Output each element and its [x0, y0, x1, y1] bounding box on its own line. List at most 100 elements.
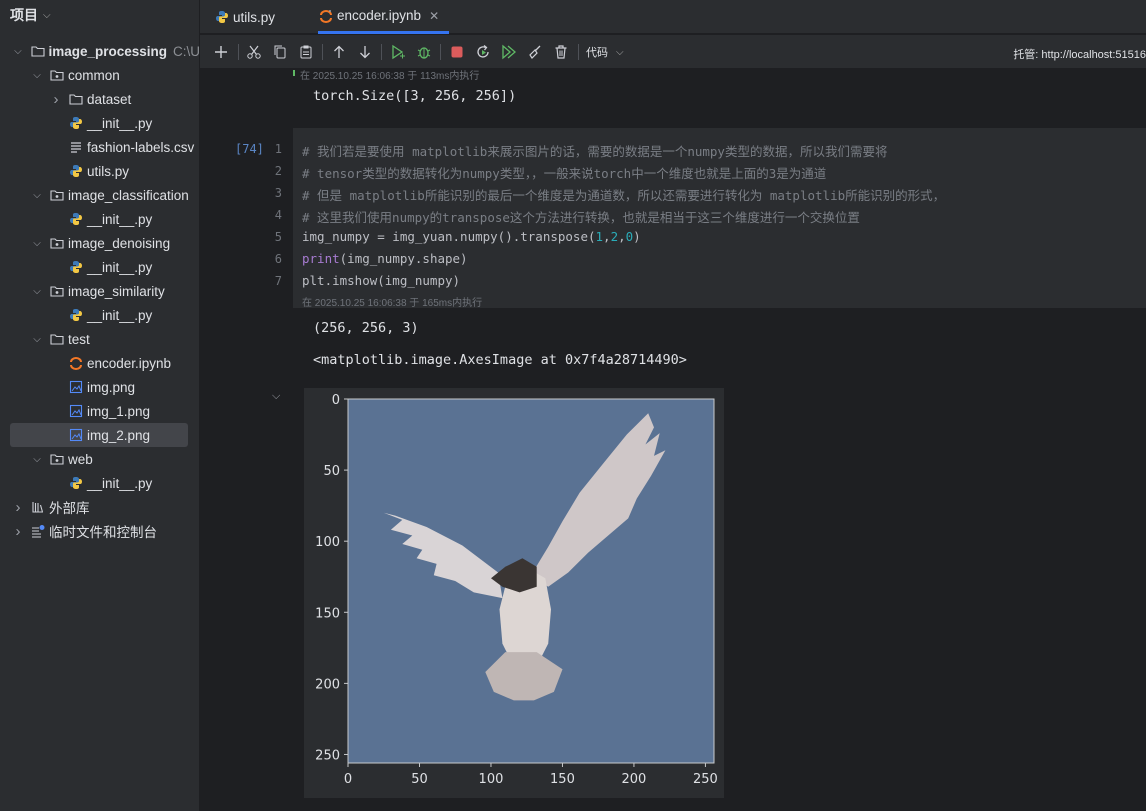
python-file-icon	[68, 211, 84, 227]
code-token: (img_numpy.shape)	[339, 251, 468, 266]
toolbar-separator	[381, 44, 382, 60]
move-cell-down-button[interactable]	[355, 42, 375, 62]
ide-window: 项目 ⌵ ⌵ image_processing C:\U ⌵ common › datase…	[0, 0, 1146, 811]
tree-item[interactable]: › 外部库	[0, 495, 199, 519]
toolbar-separator	[578, 44, 579, 60]
chevron-right-icon[interactable]: ›	[12, 499, 24, 516]
delete-cell-button[interactable]	[551, 42, 571, 62]
tree-item-label: utils.py	[87, 163, 130, 179]
tab-label: encoder.ipynb	[337, 8, 422, 23]
tree-item[interactable]: img_1.png	[0, 399, 199, 423]
tree-item[interactable]: encoder.ipynb	[0, 351, 199, 375]
tree-item[interactable]: ⌵ image_similarity	[0, 279, 199, 303]
add-cell-button[interactable]	[211, 42, 231, 62]
tree-item[interactable]: ⌵ web	[0, 447, 199, 471]
chevron-down-icon[interactable]: ⌵	[31, 286, 43, 297]
y-tick-label: 50	[323, 464, 340, 479]
code-token: ,	[603, 229, 611, 244]
code-keyword: print	[302, 251, 340, 266]
run-cell-icon	[392, 44, 405, 60]
tree-item-label: common	[68, 67, 120, 83]
line-number: 1	[274, 142, 282, 156]
tree-item[interactable]: __init__.py	[0, 207, 199, 231]
notebook-editor: 在 2025.10.25 16:06:38 于 113ms内执行 torch.S…	[200, 70, 1146, 811]
tree-item[interactable]: fashion-labels.csv	[0, 135, 199, 159]
code-line-transpose[interactable]: img_numpy = img_yuan.numpy().transpose(1…	[302, 229, 641, 244]
chevron-right-icon[interactable]: ›	[12, 523, 24, 540]
tree-item[interactable]: img_2.png	[10, 423, 188, 447]
clipboard-icon	[300, 45, 312, 59]
output-repr: <matplotlib.image.AxesImage at 0x7f4a287…	[313, 352, 687, 368]
jupyter-notebook-icon	[68, 355, 84, 371]
jupyter-host-label[interactable]: 托管: http://localhost:51516	[1013, 46, 1146, 62]
displayed-image	[347, 398, 715, 764]
folder-outline-icon	[30, 43, 46, 59]
stop-button[interactable]	[447, 42, 467, 62]
tree-item[interactable]: ⌵ image_denoising	[0, 231, 199, 255]
tree-item[interactable]: __init__.py	[0, 303, 199, 327]
tab-label: utils.py	[233, 9, 276, 25]
close-icon[interactable]: ✕	[429, 9, 439, 23]
arrow-up-icon	[334, 45, 344, 58]
tree-item[interactable]: __init__.py	[0, 471, 199, 495]
line-number: 7	[274, 274, 282, 288]
x-tick-label: 50	[411, 772, 428, 787]
clear-outputs-button[interactable]	[525, 42, 545, 62]
move-cell-up-button[interactable]	[329, 42, 349, 62]
previous-cell-output: torch.Size([3, 256, 256])	[313, 88, 517, 104]
run-cell-button[interactable]	[388, 42, 408, 62]
project-view-selector[interactable]: 项目 ⌵	[0, 0, 199, 30]
cell-type-dropdown[interactable]: 代码 ⌵	[586, 44, 624, 60]
chevron-down-icon[interactable]: ⌵	[31, 238, 43, 249]
chevron-down-icon[interactable]: ⌵	[31, 70, 43, 81]
python-file-icon	[68, 115, 84, 131]
code-comment-line[interactable]: # tensor类型的数据转化为numpy类型，，一般来说torch中一个维度也…	[302, 163, 826, 182]
tree-item[interactable]: ⌵ test	[0, 327, 199, 351]
tree-item[interactable]: ⌵ image_classification	[0, 183, 199, 207]
code-line-imshow[interactable]: plt.imshow(img_numpy)	[302, 273, 460, 288]
copy-button[interactable]	[270, 42, 290, 62]
tab-utils-py[interactable]: utils.py	[214, 0, 275, 34]
tree-item[interactable]: img.png	[0, 375, 199, 399]
tree-item[interactable]: utils.py	[0, 159, 199, 183]
tree-item[interactable]: __init__.py	[0, 111, 199, 135]
code-comment-line[interactable]: # 但是 matplotlib所能识别的最后一个维度是为通道数，所以还需要进行转…	[302, 185, 945, 204]
y-tick-label: 0	[332, 393, 340, 408]
x-tick-label: 100	[479, 772, 504, 787]
chevron-down-icon[interactable]: ⌵	[31, 334, 43, 345]
code-line-print[interactable]: print(img_numpy.shape)	[302, 251, 468, 266]
folder-outline-icon	[49, 331, 65, 347]
paste-button[interactable]	[296, 42, 316, 62]
tree-item[interactable]: ⌵ common	[0, 63, 199, 87]
text-file-icon	[68, 139, 84, 155]
package-folder-icon	[49, 187, 65, 203]
tree-item[interactable]: › 临时文件和控制台	[0, 519, 199, 543]
toolbar-separator	[440, 44, 441, 60]
tree-item[interactable]: ⌵ image_processing C:\U	[0, 39, 199, 63]
chevron-down-icon[interactable]: ⌵	[12, 46, 24, 57]
y-tick-label: 100	[315, 535, 340, 550]
run-all-button[interactable]	[499, 42, 519, 62]
tab-encoder-ipynb[interactable]: encoder.ipynb ✕	[318, 0, 450, 34]
tree-item[interactable]: __init__.py	[0, 255, 199, 279]
code-comment-line[interactable]: # 我们若是要使用 matplotlib来展示图片的话，需要的数据是一个nump…	[302, 141, 887, 160]
cut-button[interactable]	[244, 42, 264, 62]
debug-cell-button[interactable]	[414, 42, 434, 62]
broom-icon	[529, 45, 541, 59]
chevron-right-icon[interactable]: ›	[50, 91, 62, 108]
tree-item[interactable]: › dataset	[0, 87, 199, 111]
code-comment-line[interactable]: # 这里我们使用numpy的transpose这个方法进行转换，也就是相当于这三…	[302, 207, 860, 226]
copy-icon	[274, 45, 286, 59]
code-token: img_numpy = img_yuan.numpy().transpose(	[302, 229, 596, 244]
tree-item-label: img_2.png	[87, 427, 151, 443]
tree-item-label: __init__.py	[87, 115, 153, 131]
x-tick-label: 150	[550, 772, 575, 787]
collapse-output-icon[interactable]: ⌵	[272, 390, 280, 403]
chevron-down-icon[interactable]: ⌵	[31, 190, 43, 201]
tree-item-label: __init__.py	[87, 259, 153, 275]
chevron-down-icon[interactable]: ⌵	[31, 454, 43, 465]
jupyter-notebook-icon	[318, 8, 334, 24]
scratches-icon	[30, 523, 46, 539]
restart-kernel-button[interactable]	[473, 42, 493, 62]
code-number: 2	[610, 229, 619, 244]
